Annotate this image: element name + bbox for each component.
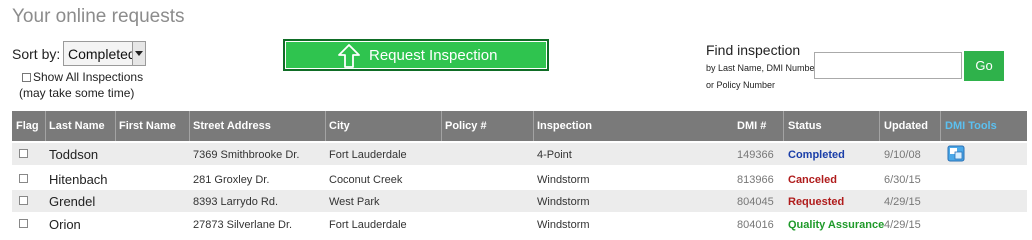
col-divider: [533, 111, 534, 141]
cell-dmi: 804016: [737, 219, 774, 231]
cell-last-name: Toddson: [49, 147, 99, 162]
cell-address: 8393 Larrydo Rd.: [193, 196, 278, 208]
cell-city: Coconut Creek: [329, 174, 403, 186]
cell-last-name: Hitenbach: [49, 172, 108, 187]
request-inspection-label: Request Inspection: [369, 47, 498, 64]
cell-address: 281 Groxley Dr.: [193, 174, 270, 186]
cell-inspection: Windstorm: [537, 219, 590, 231]
col-flag[interactable]: Flag: [16, 120, 39, 132]
table-header: Flag Last Name First Name Street Address…: [12, 111, 1027, 141]
cell-status: Requested: [788, 196, 845, 208]
table-row[interactable]: Hitenbach 281 Groxley Dr. Coconut Creek …: [12, 168, 1027, 190]
col-policy[interactable]: Policy #: [445, 120, 487, 132]
col-status[interactable]: Status: [788, 120, 822, 132]
flag-checkbox[interactable]: [19, 149, 28, 158]
col-updated[interactable]: Updated: [884, 120, 928, 132]
show-all-checkbox[interactable]: [22, 73, 31, 82]
flag-checkbox[interactable]: [19, 219, 28, 228]
cell-updated: 4/29/15: [884, 196, 921, 208]
col-dmi[interactable]: DMI #: [737, 120, 766, 132]
cell-last-name: Orion: [49, 217, 81, 232]
cell-dmi: 804045: [737, 196, 774, 208]
cell-dmi: 813966: [737, 174, 774, 186]
flag-checkbox[interactable]: [19, 174, 28, 183]
note-text: (may take some time): [19, 86, 135, 100]
col-divider: [325, 111, 326, 141]
col-divider: [441, 111, 442, 141]
find-input[interactable]: [814, 52, 962, 79]
show-all-checkbox-wrap[interactable]: Show All Inspections: [22, 70, 143, 84]
table-row[interactable]: Grendel 8393 Larrydo Rd. West Park Winds…: [12, 190, 1027, 212]
cell-status: Canceled: [788, 174, 837, 186]
col-first-name[interactable]: First Name: [119, 120, 176, 132]
table-row[interactable]: Toddson 7369 Smithbrooke Dr. Fort Lauder…: [12, 143, 1027, 165]
col-city[interactable]: City: [329, 120, 350, 132]
sort-select[interactable]: Completed: [63, 41, 146, 66]
cell-updated: 4/29/15: [884, 219, 921, 231]
cell-inspection: Windstorm: [537, 196, 590, 208]
cell-status: Quality Assurance: [788, 219, 885, 231]
sort-label: Sort by:: [12, 46, 61, 62]
cell-address: 7369 Smithbrooke Dr.: [193, 149, 300, 161]
requests-table: Flag Last Name First Name Street Address…: [12, 111, 1027, 237]
col-divider: [45, 111, 46, 141]
cell-city: West Park: [329, 196, 380, 208]
col-dmi-tools[interactable]: DMI Tools: [945, 120, 997, 132]
find-title: Find inspection: [706, 42, 801, 58]
col-divider: [783, 111, 784, 141]
find-hint-2: or Policy Number: [706, 80, 776, 90]
cell-inspection: 4-Point: [537, 149, 572, 161]
request-inspection-button[interactable]: Request Inspection: [283, 39, 549, 71]
table-row[interactable]: Orion 27873 Silverlane Dr. Fort Lauderda…: [12, 213, 1027, 235]
chevron-down-icon[interactable]: [132, 42, 145, 65]
col-street-address[interactable]: Street Address: [193, 120, 271, 132]
cell-inspection: Windstorm: [537, 174, 590, 186]
page-title: Your online requests: [12, 6, 185, 27]
col-divider: [115, 111, 116, 141]
col-divider: [879, 111, 880, 141]
cell-status: Completed: [788, 149, 845, 161]
col-last-name[interactable]: Last Name: [49, 120, 105, 132]
col-divider: [189, 111, 190, 141]
go-button[interactable]: Go: [964, 51, 1004, 81]
cell-city: Fort Lauderdale: [329, 149, 407, 161]
cell-city: Fort Lauderdale: [329, 219, 407, 231]
col-divider: [940, 111, 941, 141]
cell-dmi: 149366: [737, 149, 774, 161]
sort-select-value: Completed: [68, 46, 136, 62]
cell-address: 27873 Silverlane Dr.: [193, 219, 293, 231]
up-arrow-icon: [338, 44, 360, 68]
cell-updated: 9/10/08: [884, 149, 921, 161]
find-hint-1: by Last Name, DMI Number: [706, 63, 818, 73]
flag-checkbox[interactable]: [19, 196, 28, 205]
cell-updated: 6/30/15: [884, 174, 921, 186]
cell-last-name: Grendel: [49, 194, 96, 209]
col-inspection[interactable]: Inspection: [537, 120, 592, 132]
report-icon[interactable]: [947, 145, 965, 162]
show-all-label: Show All Inspections: [33, 70, 144, 84]
